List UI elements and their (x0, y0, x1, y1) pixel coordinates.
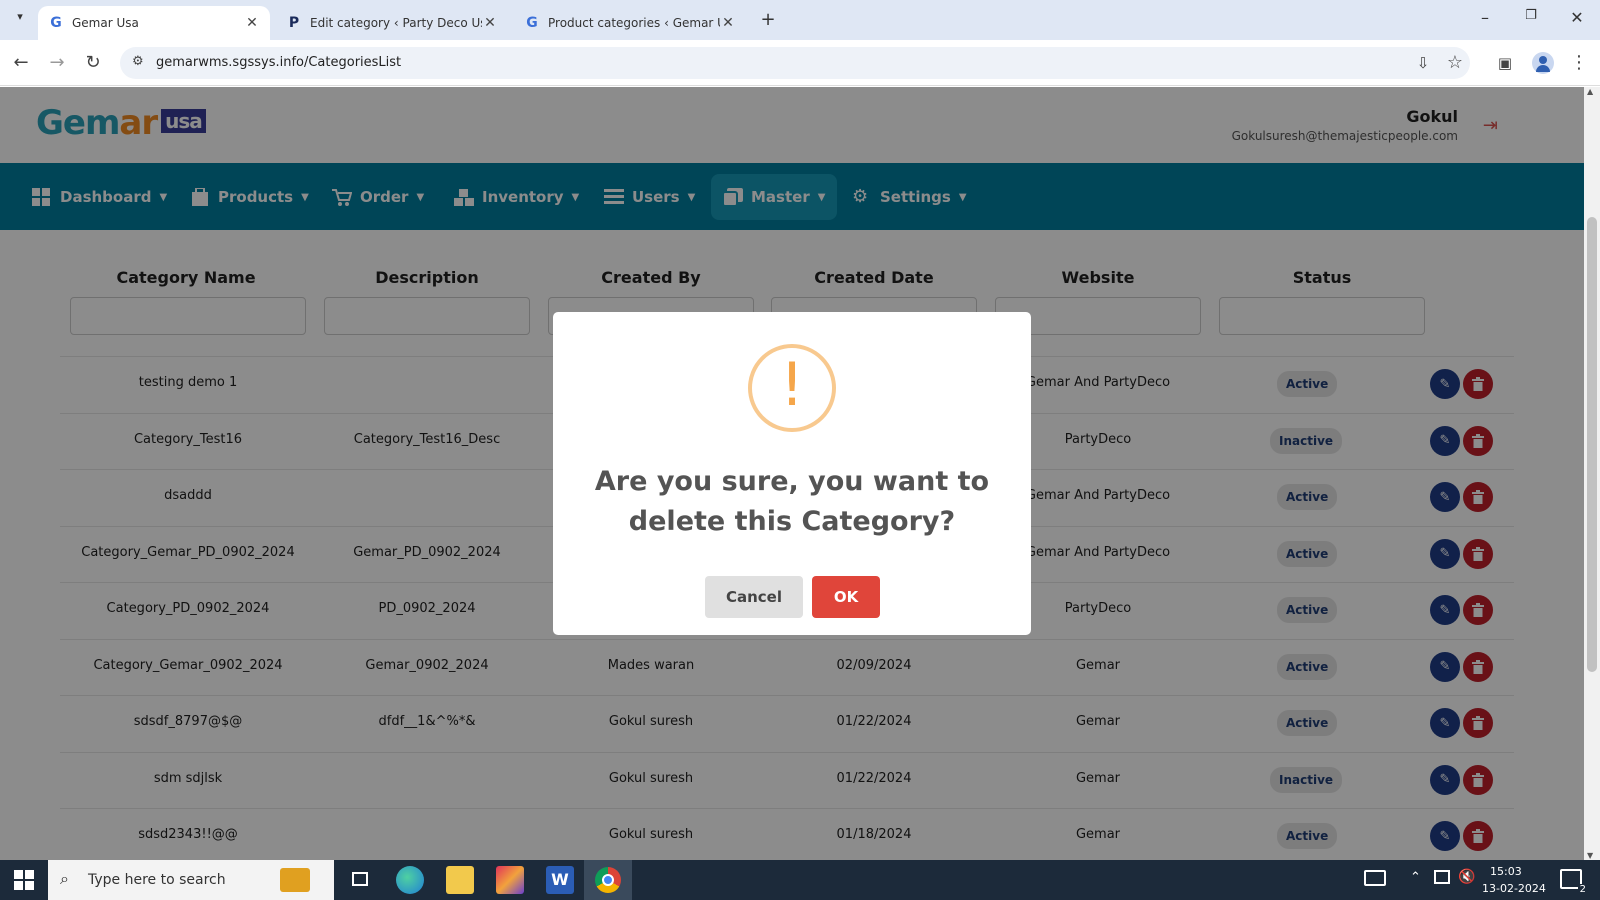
cancel-button[interactable]: Cancel (705, 576, 803, 618)
profile-avatar-icon[interactable] (1530, 50, 1556, 76)
tab-label: Gemar Usa (72, 16, 139, 30)
scrollbar-thumb[interactable] (1587, 217, 1597, 672)
windows-start-icon[interactable] (14, 870, 34, 890)
google-favicon-icon: G (50, 15, 62, 31)
windows-taskbar: ⌕ Type here to search W ⌃ 🔇 15:03 13-02-… (0, 860, 1600, 900)
tab-close-icon[interactable]: ✕ (244, 15, 260, 31)
minimize-icon[interactable]: – (1470, 8, 1500, 32)
tab-list-chevron-icon[interactable]: ▾ (10, 10, 30, 30)
paint-app-icon[interactable] (496, 866, 524, 894)
word-app-icon[interactable]: W (546, 866, 574, 894)
tab-gemar-usa[interactable]: G Gemar Usa ✕ (38, 6, 270, 40)
tray-up-chevron-icon[interactable]: ⌃ (1410, 870, 1421, 885)
tab-label: Edit category ‹ Party Deco Usa – (310, 16, 482, 30)
chrome-icon (595, 867, 621, 893)
side-panel-icon[interactable]: ▣ (1492, 50, 1518, 76)
tab-close-icon[interactable]: ✕ (720, 15, 736, 31)
clock-date[interactable]: 13-02-2024 (1482, 882, 1546, 895)
keyboard-icon[interactable] (1364, 870, 1386, 886)
search-placeholder: Type here to search (88, 872, 226, 888)
back-arrow-icon[interactable]: ← (8, 50, 34, 76)
reload-icon[interactable]: ↻ (80, 50, 106, 76)
url-text: gemarwms.sgssys.info/CategoriesList (156, 55, 402, 70)
google-favicon-icon: G (526, 15, 538, 31)
tab-product-categories[interactable]: G Product categories ‹ Gemar Usa ✕ (514, 6, 746, 40)
chrome-app-active[interactable] (584, 860, 632, 900)
tab-edit-category[interactable]: P Edit category ‹ Party Deco Usa – ✕ (276, 6, 508, 40)
partydeco-favicon-icon: P (288, 15, 300, 31)
taskbar-search-box[interactable]: ⌕ Type here to search (48, 860, 334, 900)
address-bar: ← → ↻ ⚙ gemarwms.sgssys.info/CategoriesL… (0, 40, 1600, 86)
install-app-icon[interactable]: ⇩ (1410, 50, 1436, 76)
briefcase-icon (280, 868, 310, 892)
site-settings-icon[interactable]: ⚙ (132, 54, 144, 69)
forward-arrow-icon[interactable]: → (44, 50, 70, 76)
browser-menu-icon[interactable]: ⋮ (1566, 50, 1592, 76)
file-explorer-icon[interactable] (446, 866, 474, 894)
restore-icon[interactable]: ❐ (1516, 8, 1546, 32)
window-close-icon[interactable]: ✕ (1562, 8, 1592, 32)
delete-confirm-dialog: ! Are you sure, you want to delete this … (553, 312, 1031, 635)
network-icon[interactable] (1434, 870, 1450, 884)
search-icon: ⌕ (60, 869, 69, 888)
page-scrollbar[interactable]: ▲ ▼ (1584, 87, 1600, 860)
ok-button[interactable]: OK (812, 576, 880, 618)
tab-close-icon[interactable]: ✕ (482, 15, 498, 31)
notification-count: 2 (1577, 884, 1588, 895)
warning-exclamation-icon: ! (748, 344, 836, 432)
notifications-icon[interactable]: 2 (1560, 869, 1588, 895)
task-view-icon[interactable] (346, 866, 374, 894)
new-tab-plus-icon[interactable]: + (758, 9, 778, 30)
clock-time[interactable]: 15:03 (1490, 865, 1522, 878)
browser-tab-bar: ▾ G Gemar Usa ✕ P Edit category ‹ Party … (0, 0, 1600, 40)
url-box[interactable]: ⚙ gemarwms.sgssys.info/CategoriesList (120, 47, 1470, 79)
edge-browser-icon[interactable] (396, 866, 424, 894)
scroll-down-icon[interactable]: ▼ (1587, 851, 1593, 860)
scroll-up-icon[interactable]: ▲ (1587, 87, 1593, 96)
bookmark-star-icon[interactable]: ☆ (1442, 50, 1468, 76)
tab-label: Product categories ‹ Gemar Usa (548, 16, 720, 30)
volume-muted-icon[interactable]: 🔇 (1458, 869, 1475, 885)
dialog-title: Are you sure, you want to delete this Ca… (594, 466, 990, 537)
